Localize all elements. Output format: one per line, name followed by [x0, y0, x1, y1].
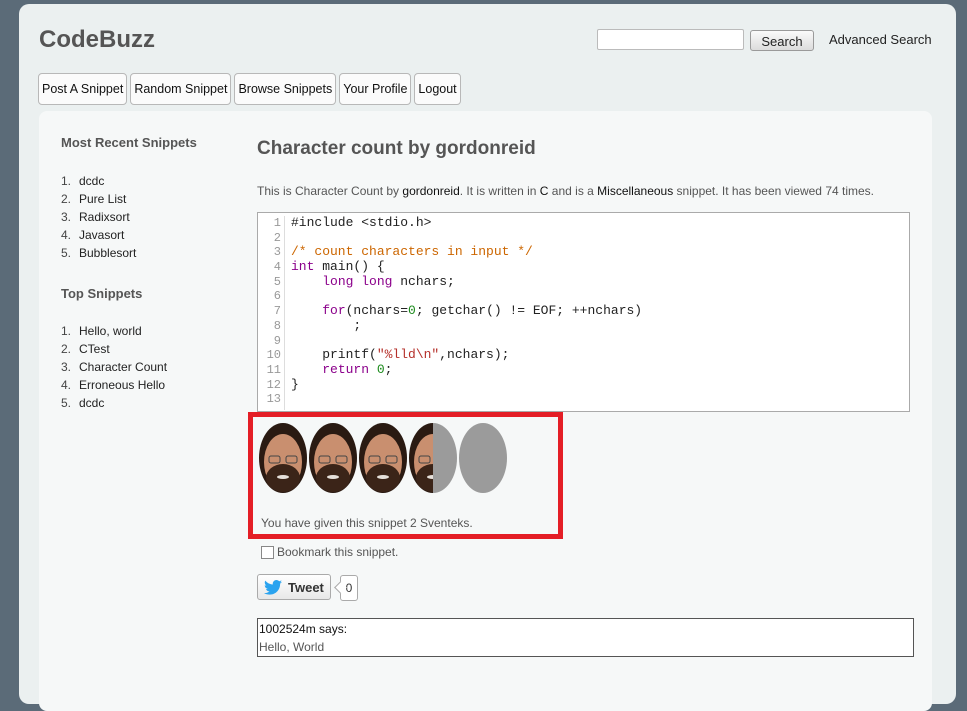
nav-random-snippet[interactable]: Random Snippet — [130, 73, 232, 105]
line-number: 4 — [273, 260, 281, 275]
list-item[interactable]: 1. dcdc — [61, 172, 136, 190]
line-number: 7 — [273, 304, 281, 319]
face-icon[interactable] — [258, 422, 308, 494]
snippet-description: This is Character Count by gordonreid. I… — [257, 184, 875, 198]
face-icon[interactable] — [358, 422, 408, 494]
line-number: 10 — [266, 348, 281, 363]
nav-browse-snippets[interactable]: Browse Snippets — [234, 73, 337, 105]
line-number: 6 — [273, 289, 281, 304]
comment: 1002524m says: Hello, World — [257, 618, 914, 657]
line-number: 3 — [273, 245, 281, 260]
site-logo[interactable]: CodeBuzz — [39, 26, 155, 54]
page: CodeBuzz Search Advanced Search Post A S… — [19, 4, 956, 711]
rating-text: You have given this snippet 2 Sventeks. — [261, 516, 473, 530]
code-block[interactable]: 1 2 3 4 5 6 7 8 9 10 11 12 13 #include <stdio.h> /* … — [257, 212, 910, 412]
nav-logout[interactable]: Logout — [414, 73, 461, 105]
tweet-button[interactable]: Tweet — [257, 574, 331, 600]
author-link[interactable]: gordonreid — [402, 184, 459, 198]
line-number: 13 — [266, 392, 281, 407]
category-link[interactable]: Miscellaneous — [597, 184, 673, 198]
line-number: 12 — [266, 377, 281, 392]
tweet-label: Tweet — [288, 579, 324, 595]
advanced-search-link[interactable]: Advanced Search — [829, 32, 932, 47]
search-input[interactable] — [597, 29, 744, 50]
line-numbers: 1 2 3 4 5 6 7 8 9 10 11 12 13 — [258, 216, 285, 410]
list-item[interactable]: 1. Hello, world — [61, 322, 167, 340]
list-item[interactable]: 3. Character Count — [61, 358, 167, 376]
list-item[interactable]: 5. Bubblesort — [61, 244, 136, 262]
line-number: 8 — [273, 318, 281, 333]
line-number: 2 — [273, 230, 281, 245]
twitter-bird-icon — [264, 579, 282, 595]
bookmark-option[interactable]: Bookmark this snippet. — [261, 545, 398, 559]
rating-box: You have given this snippet 2 Sventeks. — [248, 412, 563, 539]
list-item[interactable]: 2. Pure List — [61, 190, 136, 208]
bookmark-label: Bookmark this snippet. — [277, 545, 399, 559]
content-panel: Most Recent Snippets 1. dcdc 2. Pure List … — [39, 111, 932, 711]
line-number: 9 — [273, 333, 281, 348]
main-nav: Post A Snippet Random Snippet Browse Sni… — [38, 73, 461, 105]
comment-body: Hello, World — [259, 640, 325, 654]
line-number: 11 — [266, 362, 281, 377]
recent-snippets-list: 1. dcdc 2. Pure List 3. Radixsort 4. Javasor… — [61, 172, 136, 262]
list-item[interactable]: 2. CTest — [61, 340, 167, 358]
face-half-icon[interactable] — [408, 422, 458, 494]
face-icon[interactable] — [308, 422, 358, 494]
top-snippets-list: 1. Hello, world 2. CTest 3. Character Count… — [61, 322, 167, 412]
rating-faces — [258, 422, 508, 494]
snippet-title: Character count by gordonreid — [257, 138, 536, 159]
recent-snippets-heading: Most Recent Snippets — [61, 135, 197, 150]
comment-author: 1002524m says: — [259, 622, 348, 636]
nav-your-profile[interactable]: Your Profile — [339, 73, 412, 105]
list-item[interactable]: 3. Radixsort — [61, 208, 136, 226]
list-item[interactable]: 5. dcdc — [61, 394, 167, 412]
nav-post-snippet[interactable]: Post A Snippet — [38, 73, 128, 105]
face-outline-icon[interactable] — [458, 422, 508, 494]
list-item[interactable]: 4. Erroneous Hello — [61, 376, 167, 394]
code-lines: #include <stdio.h> /* count characters i… — [291, 215, 643, 392]
tweet-count: 0 — [340, 575, 358, 601]
list-item[interactable]: 4. Javasort — [61, 226, 136, 244]
bookmark-checkbox[interactable] — [261, 545, 274, 559]
line-number: 1 — [273, 216, 281, 230]
top-snippets-heading: Top Snippets — [61, 286, 143, 301]
line-number: 5 — [273, 274, 281, 289]
search-button[interactable]: Search — [750, 30, 814, 51]
